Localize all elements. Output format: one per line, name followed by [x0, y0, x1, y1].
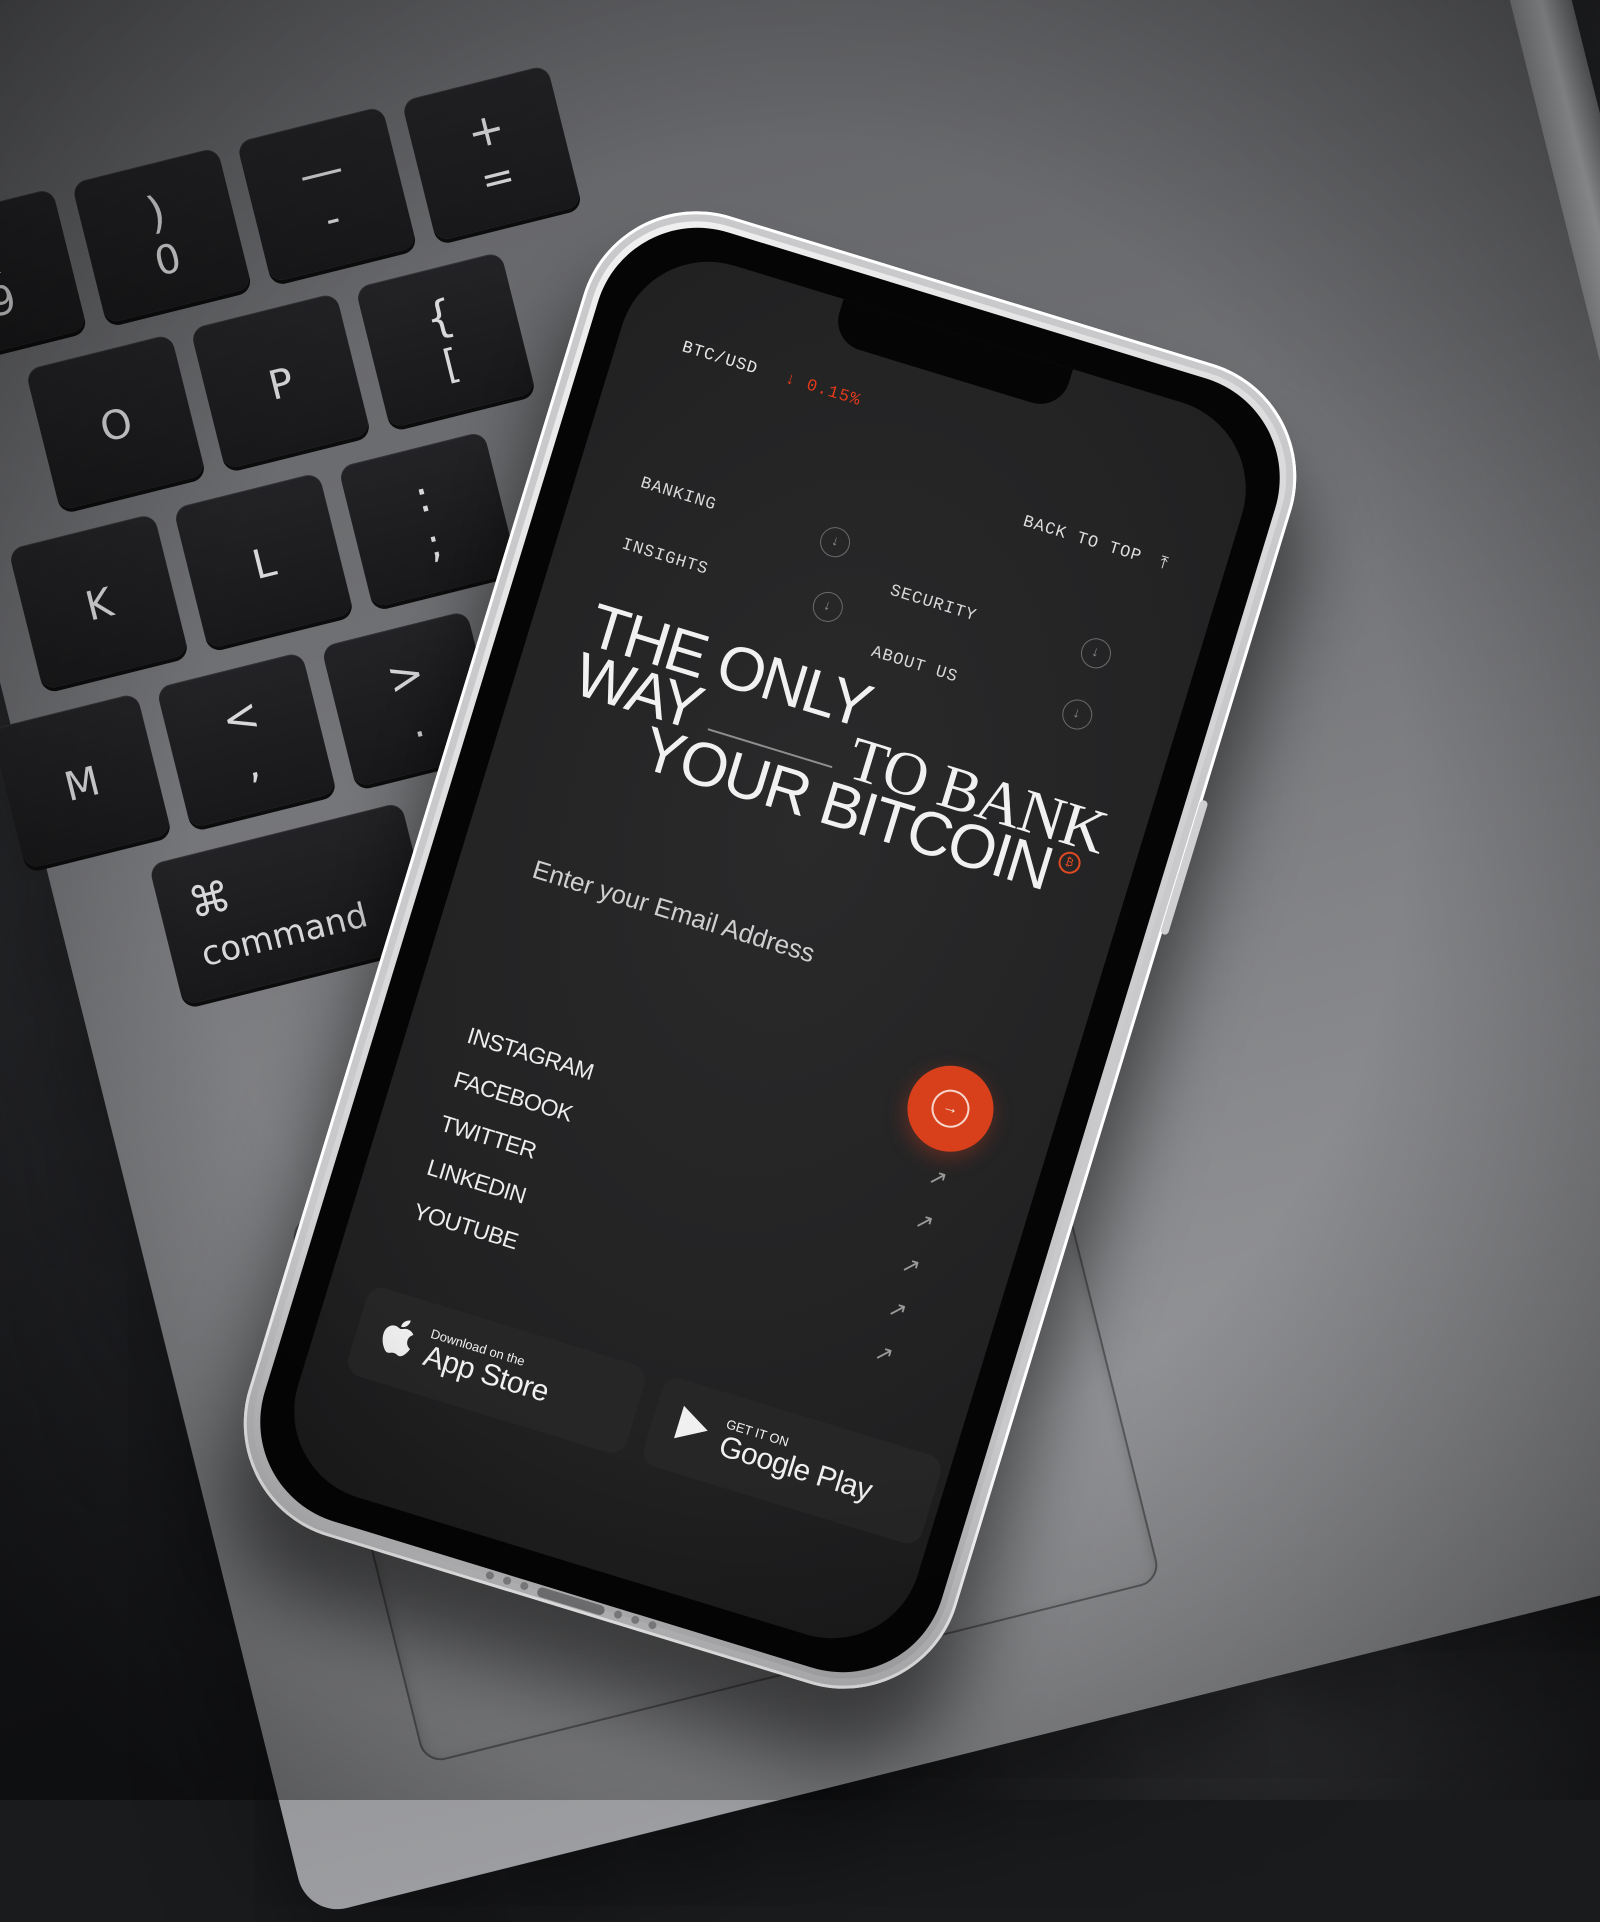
key-comma: <, [156, 651, 337, 829]
back-to-top-label: BACK TO TOP [1020, 512, 1144, 567]
arrow-up-to-line-icon: ⤒ [1156, 554, 1171, 576]
arrow-down-circle-icon: ↓ [816, 523, 855, 562]
key-equals: + = [401, 64, 582, 242]
menu-label: INSIGHTS [619, 534, 711, 580]
arrow-up-right-icon: ↗ [925, 1162, 951, 1193]
command-icon: ⌘ [183, 870, 237, 929]
btc-ticker: BTC/USD ↓ 0.15% [680, 338, 863, 411]
arrow-down-circle-icon: ↓ [808, 588, 847, 626]
arrow-up-right-icon: ↗ [871, 1338, 897, 1369]
key-9: (9 [0, 188, 88, 366]
key-semicolon: :; [338, 430, 519, 608]
email-form [528, 853, 1036, 1036]
menu-label: ABOUT US [868, 642, 961, 687]
back-to-top-link[interactable]: BACK TO TOP ⤒ [1021, 512, 1171, 575]
app-store-button[interactable]: Download on the App Store [344, 1283, 650, 1457]
email-input[interactable] [528, 853, 1036, 1036]
key-m: M [0, 692, 172, 870]
key-k: K [8, 513, 189, 691]
apple-icon [373, 1311, 420, 1368]
key-p: P [190, 292, 371, 470]
laptop-edge [1381, 0, 1600, 1524]
arrow-up-right-icon: ↗ [912, 1206, 937, 1237]
key-0: ) 0 [71, 147, 253, 325]
arrow-down-circle-icon: ↓ [1058, 695, 1096, 734]
google-play-button[interactable]: GET IT ON Google Play [639, 1374, 945, 1548]
key-bracket: {[ [355, 251, 536, 429]
key-o: O [25, 333, 206, 511]
arrow-up-right-icon: ↗ [898, 1250, 924, 1281]
notch [830, 299, 1074, 412]
arrow-up-right-icon: ↗ [885, 1294, 910, 1325]
ticker-pair: BTC/USD [679, 338, 761, 380]
arrow-right-circle-icon: → [926, 1084, 975, 1133]
ticker-change: ↓ 0.15% [782, 369, 864, 412]
play-icon [669, 1403, 715, 1458]
key-l: L [173, 472, 354, 650]
menu-label: BANKING [638, 473, 719, 515]
key-minus: — - [236, 105, 418, 283]
